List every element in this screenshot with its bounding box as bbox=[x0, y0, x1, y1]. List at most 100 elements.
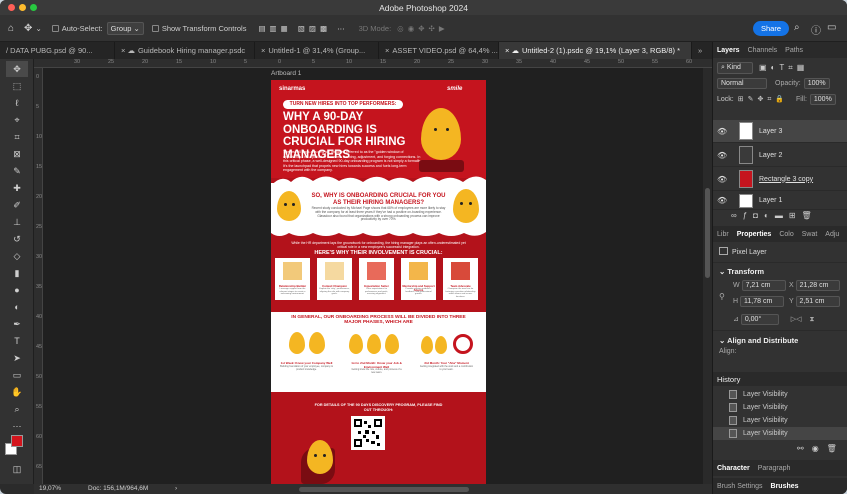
tab-asset-video[interactable]: × ASSET VIDEO.psd @ 64,4% ... bbox=[379, 42, 499, 59]
zoom-tool-icon[interactable]: ⌕ bbox=[6, 401, 28, 417]
home-icon[interactable]: ⌂ bbox=[8, 23, 14, 34]
vertical-scrollbar[interactable] bbox=[703, 68, 712, 484]
tab-color[interactable]: Colo bbox=[775, 231, 797, 238]
tab-libraries[interactable]: Libr bbox=[713, 231, 733, 238]
show-transform-checkbox[interactable]: Show Transform Controls bbox=[151, 24, 246, 33]
dodge-tool-icon[interactable]: ◐ bbox=[6, 299, 28, 315]
layer-row[interactable]: 👁 Rectangle 3 copy bbox=[713, 168, 847, 191]
visibility-eye-icon[interactable]: 👁 bbox=[717, 196, 727, 205]
zoom-level[interactable]: 19,07% bbox=[39, 485, 61, 492]
rectangle-tool-icon[interactable]: ▭ bbox=[6, 367, 28, 383]
gradient-tool-icon[interactable]: ▮ bbox=[6, 265, 28, 281]
help-icon[interactable]: ⓘ bbox=[811, 22, 821, 37]
fill-field[interactable]: 100% bbox=[809, 94, 836, 105]
opacity-field[interactable]: 100% bbox=[803, 78, 830, 89]
tab-adjustments[interactable]: Adju bbox=[821, 231, 843, 238]
align-header[interactable]: ⌄ Align and Distribute bbox=[719, 336, 798, 345]
eraser-tool-icon[interactable]: ◇ bbox=[6, 248, 28, 264]
transform-header[interactable]: ⌄ Transform bbox=[719, 267, 764, 276]
minimize-window-button[interactable] bbox=[19, 4, 26, 11]
poster-artboard[interactable]: sinarmas smile TURN NEW HIRES INTO TOP P… bbox=[271, 80, 486, 494]
quick-mask-icon[interactable]: ◫ bbox=[6, 461, 28, 477]
layer-name[interactable]: Rectangle 3 copy bbox=[759, 176, 813, 183]
tab-guidebook[interactable]: × ☁ Guidebook Hiring manager.psdc bbox=[115, 42, 255, 59]
healing-tool-icon[interactable]: ✚ bbox=[6, 180, 28, 196]
hand-tool-icon[interactable]: ✋ bbox=[6, 384, 28, 400]
right-panels: Layers Channels Paths ⌕ Kind ▣◐T⌗▦ Norma… bbox=[712, 42, 847, 494]
tab-swatches[interactable]: Swat bbox=[798, 231, 822, 238]
blend-mode-dropdown[interactable]: Normal bbox=[717, 78, 767, 89]
more-tabs-icon[interactable]: » bbox=[692, 42, 712, 59]
width-field[interactable]: 7,21 cm bbox=[741, 280, 786, 291]
history-item[interactable]: Layer Visibility bbox=[713, 414, 847, 427]
layer-actions-icons[interactable]: ∞ƒ◘◐▬⊞🗑 bbox=[731, 211, 818, 220]
link-icon[interactable]: ⚲ bbox=[719, 292, 725, 301]
close-window-button[interactable] bbox=[8, 4, 15, 11]
y-field[interactable]: 2,51 cm bbox=[795, 296, 840, 307]
marquee-tool-icon[interactable]: ⬚ bbox=[6, 78, 28, 94]
lock-icons[interactable]: ⊞✎✥⌗🔒 bbox=[738, 95, 788, 104]
auto-select-label: Auto-Select: bbox=[61, 23, 103, 33]
history-step-icon bbox=[729, 416, 737, 425]
flip-vertical-icon[interactable]: ⧗ bbox=[810, 316, 815, 323]
chevron-right-icon[interactable]: › bbox=[175, 485, 177, 492]
tab-paragraph[interactable]: Paragraph bbox=[754, 465, 795, 472]
type-tool-icon[interactable]: T bbox=[6, 333, 28, 349]
eyedropper-tool-icon[interactable]: ✎ bbox=[6, 163, 28, 179]
align-icons[interactable]: ▤▥▦ ▧▨▩ ⋯ bbox=[258, 24, 348, 33]
crop-tool-icon[interactable]: ⌗ bbox=[6, 129, 28, 145]
flip-horizontal-icon[interactable]: ▷◁ bbox=[791, 316, 802, 323]
layer-name[interactable]: Layer 1 bbox=[759, 197, 782, 204]
layer-name[interactable]: Layer 3 bbox=[759, 128, 782, 135]
auto-select-checkbox[interactable]: Auto-Select: bbox=[51, 23, 103, 33]
move-tool-icon[interactable]: ✥ bbox=[24, 23, 32, 34]
filter-icons[interactable]: ▣◐T⌗▦ bbox=[759, 63, 808, 73]
artboard-label[interactable]: Artboard 1 bbox=[271, 70, 301, 77]
quick-select-tool-icon[interactable]: ⌖ bbox=[6, 112, 28, 128]
auto-select-dropdown[interactable]: Group ⌄ bbox=[106, 21, 144, 35]
tab-channels[interactable]: Channels bbox=[744, 47, 782, 54]
stamp-tool-icon[interactable]: ⊥ bbox=[6, 214, 28, 230]
history-item[interactable]: Layer Visibility bbox=[713, 427, 847, 440]
tab-paths[interactable]: Paths bbox=[781, 47, 807, 54]
kind-filter[interactable]: ⌕ Kind bbox=[717, 62, 753, 74]
blur-tool-icon[interactable]: ● bbox=[6, 282, 28, 298]
history-item[interactable]: Layer Visibility bbox=[713, 401, 847, 414]
tab-properties[interactable]: Properties bbox=[733, 231, 776, 238]
layer-row[interactable]: 👁 Layer 3 bbox=[713, 120, 847, 143]
layer-row[interactable]: 👁 Layer 2 bbox=[713, 144, 847, 167]
history-actions-icons[interactable]: ⚯◉🗑 bbox=[797, 444, 845, 453]
foreground-color-swatch[interactable] bbox=[11, 435, 23, 447]
history-brush-tool-icon[interactable]: ↺ bbox=[6, 231, 28, 247]
zoom-window-button[interactable] bbox=[30, 4, 37, 11]
workspace-icon[interactable]: ▭ bbox=[827, 22, 836, 33]
visibility-eye-icon[interactable]: 👁 bbox=[717, 127, 727, 136]
history-header[interactable]: History bbox=[713, 372, 847, 386]
x-field[interactable]: 21,28 cm bbox=[795, 280, 840, 291]
angle-field[interactable]: 0,00° bbox=[740, 314, 779, 325]
visibility-eye-icon[interactable]: 👁 bbox=[717, 175, 727, 184]
height-field[interactable]: 11,78 cm bbox=[740, 296, 785, 307]
search-icon[interactable]: ⌕ bbox=[794, 22, 800, 33]
tab-brushes[interactable]: Brushes bbox=[767, 483, 803, 490]
history-item[interactable]: Layer Visibility bbox=[713, 388, 847, 401]
layer-name[interactable]: Layer 2 bbox=[759, 152, 782, 159]
visibility-eye-icon[interactable]: 👁 bbox=[717, 151, 727, 160]
tab-untitled-1[interactable]: × Untitled-1 @ 31,4% (Group... bbox=[255, 42, 379, 59]
tab-data-pubg[interactable]: / DATA PUBG.psd @ 90... bbox=[0, 42, 115, 59]
tab-character[interactable]: Character bbox=[713, 465, 754, 472]
tab-untitled-2[interactable]: × ☁ Untitled-2 (1).psdc @ 19,1% (Layer 3,… bbox=[499, 42, 692, 59]
frame-tool-icon[interactable]: ⊠ bbox=[6, 146, 28, 162]
share-button[interactable]: Share bbox=[753, 21, 789, 36]
pen-tool-icon[interactable]: ✒ bbox=[6, 316, 28, 332]
chevron-down-icon[interactable]: ⌄ bbox=[35, 24, 41, 33]
horizontal-scrollbar[interactable] bbox=[299, 487, 469, 492]
tab-brush-settings[interactable]: Brush Settings bbox=[713, 483, 767, 490]
brush-tool-icon[interactable]: ✐ bbox=[6, 197, 28, 213]
lasso-tool-icon[interactable]: ℓ bbox=[6, 95, 28, 111]
path-select-tool-icon[interactable]: ➤ bbox=[6, 350, 28, 366]
tab-layers[interactable]: Layers bbox=[713, 47, 744, 54]
more-tools-icon[interactable]: ⋯ bbox=[6, 418, 28, 434]
move-tool-icon[interactable]: ✥ bbox=[6, 61, 28, 77]
layer-row[interactable]: 👁 Layer 1 bbox=[713, 192, 847, 210]
